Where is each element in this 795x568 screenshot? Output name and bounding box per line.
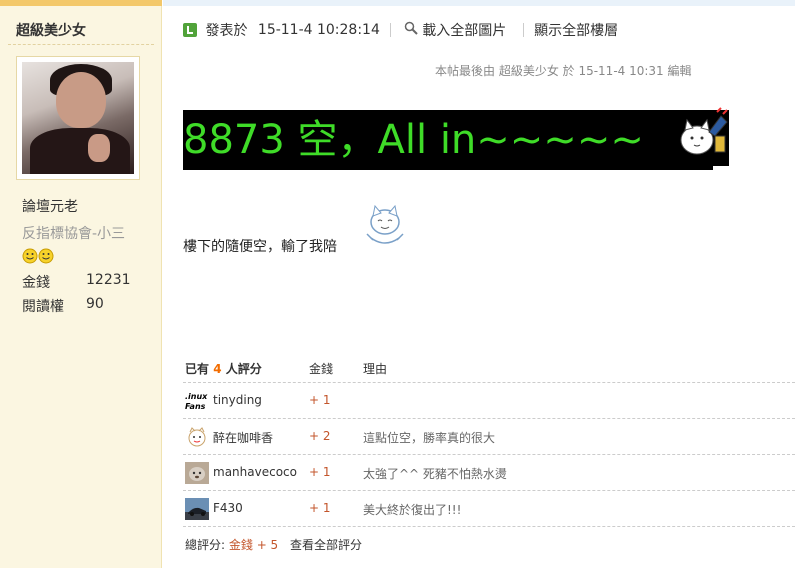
- column-gold: 金錢: [309, 362, 334, 376]
- post-headline: 8873 空，All in~~~~~: [183, 110, 713, 170]
- divider: [390, 23, 392, 37]
- edited-note: 本帖最後由 超級美少女 於 15-11-4 10:31 編輯: [435, 64, 692, 78]
- cat-emoji: [361, 204, 411, 252]
- post-top-border: [163, 0, 795, 6]
- table-row: .inux Fans tinyding + 1: [183, 383, 795, 419]
- sidebar-top-border: [0, 0, 162, 6]
- rater-name[interactable]: manhavecoco: [213, 465, 297, 479]
- rater-name[interactable]: F430: [213, 501, 243, 515]
- post-icon: [183, 23, 197, 37]
- avatar[interactable]: [185, 462, 209, 484]
- posted-label: 發表於: [205, 23, 248, 39]
- avatar[interactable]: [185, 498, 209, 520]
- rater-reason: 太強了^^ 死豬不怕熱水燙: [363, 467, 507, 481]
- stat-value-gold: 12231: [86, 272, 131, 288]
- table-row: 醉在咖啡香 + 2 這點位空，勝率真的很大: [183, 419, 795, 455]
- avatar[interactable]: [16, 56, 140, 180]
- rating-header: 已有 4 人評分 金錢 理由: [183, 352, 795, 383]
- total-label: 總評分:: [185, 538, 226, 552]
- divider: [8, 44, 154, 45]
- rater-score: + 2: [309, 429, 331, 443]
- posted-time: 15-11-4 10:28:14: [257, 22, 380, 38]
- load-images-link[interactable]: 載入全部圖片: [422, 20, 506, 40]
- rater-name[interactable]: 醉在咖啡香: [213, 429, 273, 446]
- show-all-floors-link[interactable]: 顯示全部樓層: [534, 20, 618, 40]
- post-body: 樓下的隨便空，輸了我陪: [183, 239, 337, 255]
- avatar-image: [22, 62, 134, 174]
- divider: [522, 23, 524, 37]
- table-row: manhavecoco + 1 太強了^^ 死豬不怕熱水燙: [183, 455, 795, 491]
- stat-label-read: 閱讀權: [22, 299, 64, 315]
- rater-reason: 這點位空，勝率真的很大: [363, 431, 496, 445]
- total-value: 金錢 + 5: [228, 538, 279, 552]
- author-name[interactable]: 超級美少女: [16, 20, 86, 40]
- smiley-icon: [22, 248, 56, 268]
- post-meta-bar: 發表於 15-11-4 10:28:14 載入全部圖片 顯示全部樓層: [183, 20, 618, 40]
- avatar[interactable]: .inux Fans: [185, 390, 209, 412]
- post-content: 發表於 15-11-4 10:28:14 載入全部圖片 顯示全部樓層 本帖最後由…: [163, 0, 795, 568]
- stat-value-read: 90: [86, 296, 104, 312]
- zoom-icon[interactable]: [404, 21, 418, 39]
- view-all-ratings-link[interactable]: 查看全部評分: [290, 538, 362, 552]
- stat-label-gold: 金錢: [22, 275, 50, 291]
- rater-score: + 1: [309, 501, 331, 515]
- rater-reason: 美大終於復出了!!!: [363, 503, 462, 517]
- rating-summary: 已有 4 人評分: [185, 362, 262, 376]
- author-rank: 論壇元老: [22, 199, 78, 215]
- svg-text:Fans: Fans: [185, 402, 206, 411]
- table-row: F430 + 1 美大終於復出了!!!: [183, 491, 795, 527]
- rater-score: + 1: [309, 393, 331, 407]
- rater-score: + 1: [309, 465, 331, 479]
- cat-emoji: [677, 106, 729, 170]
- author-group[interactable]: 反指標協會-小三: [22, 223, 125, 243]
- author-sidebar: 超級美少女 論壇元老 反指標協會-小三 金錢 12231 閱讀權 90: [0, 0, 162, 568]
- rating-footer: 總評分: 金錢 + 5 查看全部評分: [185, 536, 362, 553]
- column-reason: 理由: [363, 362, 388, 376]
- rating-table: 已有 4 人評分 金錢 理由 .inux Fans tinyding + 1 醉在…: [183, 352, 795, 527]
- avatar[interactable]: [185, 426, 209, 448]
- rater-name[interactable]: tinyding: [213, 393, 262, 407]
- svg-text:.inux: .inux: [185, 392, 208, 401]
